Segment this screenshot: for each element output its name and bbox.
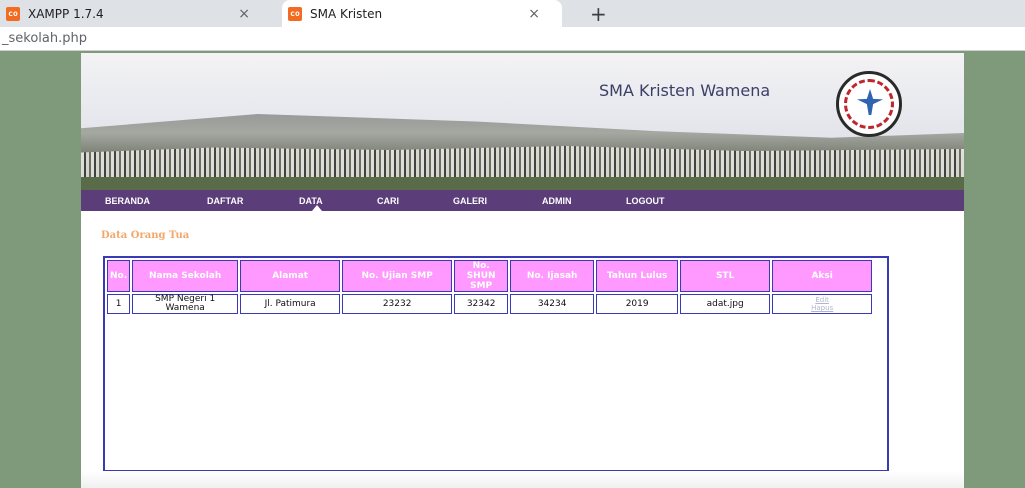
nav-item-daftar[interactable]: DAFTAR (207, 190, 243, 211)
column-header: No. Ijasah (510, 260, 595, 292)
site-title: SMA Kristen Wamena (599, 81, 771, 100)
table-header-row: No. Nama Sekolah Alamat No. Ujian SMP No… (107, 260, 873, 292)
close-icon[interactable]: × (528, 6, 540, 22)
data-table-frame: No. Nama Sekolah Alamat No. Ujian SMP No… (103, 256, 889, 472)
site-header: SMA Kristen Wamena (81, 53, 964, 190)
new-tab-button[interactable]: + (590, 2, 607, 26)
tab-label: XAMPP 1.7.4 (28, 6, 104, 21)
column-header: Nama Sekolah (132, 260, 239, 292)
site-container: SMA Kristen Wamena BERANDA DAFTAR DATA C… (81, 53, 964, 488)
cell-stl: adat.jpg (680, 294, 771, 314)
table-row: 1 SMP Negeri 1 Wamena Jl. Patimura 23232… (107, 294, 873, 314)
cell-tahun-lulus: 2019 (596, 294, 679, 314)
hapus-link[interactable]: Hapus (775, 304, 869, 312)
nav-item-logout[interactable]: LOGOUT (626, 190, 665, 211)
browser-tab-sma-kristen[interactable]: co SMA Kristen × (282, 0, 562, 27)
cell-nama-sekolah: SMP Negeri 1 Wamena (132, 294, 239, 314)
nav-item-galeri[interactable]: GALERI (453, 190, 487, 211)
browser-tab-bar: co XAMPP 1.7.4 × co SMA Kristen × + (0, 0, 1025, 27)
cell-no-ujian: 23232 (342, 294, 453, 314)
close-icon[interactable]: × (238, 6, 250, 22)
column-header: No. Ujian SMP (342, 260, 453, 292)
cell-aksi: Edit Hapus (772, 294, 873, 314)
header-photo (81, 95, 964, 190)
main-nav: BERANDA DAFTAR DATA CARI GALERI ADMIN LO… (81, 190, 964, 211)
tab-label: SMA Kristen (310, 6, 383, 21)
column-header: No. (107, 260, 131, 292)
footer-fade (81, 471, 964, 488)
address-bar[interactable]: _sekolah.php (0, 27, 1025, 51)
cell-no-ijasah: 34234 (510, 294, 595, 314)
column-header: Aksi (772, 260, 873, 292)
right-margin (964, 86, 1025, 488)
active-nav-indicator (312, 205, 322, 211)
nav-item-admin[interactable]: ADMIN (542, 190, 572, 211)
url-text[interactable]: _sekolah.php (2, 31, 87, 46)
school-emblem-icon (836, 71, 902, 137)
edit-link[interactable]: Edit (775, 296, 869, 304)
browser-tab-xampp[interactable]: co XAMPP 1.7.4 × (0, 0, 272, 27)
nav-item-cari[interactable]: CARI (377, 190, 399, 211)
xampp-icon: co (288, 6, 302, 21)
cell-no: 1 (107, 294, 131, 314)
cell-no-shun: 32342 (454, 294, 509, 314)
nav-item-beranda[interactable]: BERANDA (105, 190, 150, 211)
column-header: Tahun Lulus (596, 260, 679, 292)
page-background: SMA Kristen Wamena BERANDA DAFTAR DATA C… (0, 51, 1025, 488)
section-title: Data Orang Tua (101, 230, 190, 241)
column-header: Alamat (240, 260, 341, 292)
data-table: No. Nama Sekolah Alamat No. Ujian SMP No… (105, 258, 874, 316)
column-header: No. SHUN SMP (454, 260, 509, 292)
cell-alamat: Jl. Patimura (240, 294, 341, 314)
xampp-icon: co (6, 6, 20, 21)
photo-ground (81, 177, 964, 190)
column-header: STL (680, 260, 771, 292)
